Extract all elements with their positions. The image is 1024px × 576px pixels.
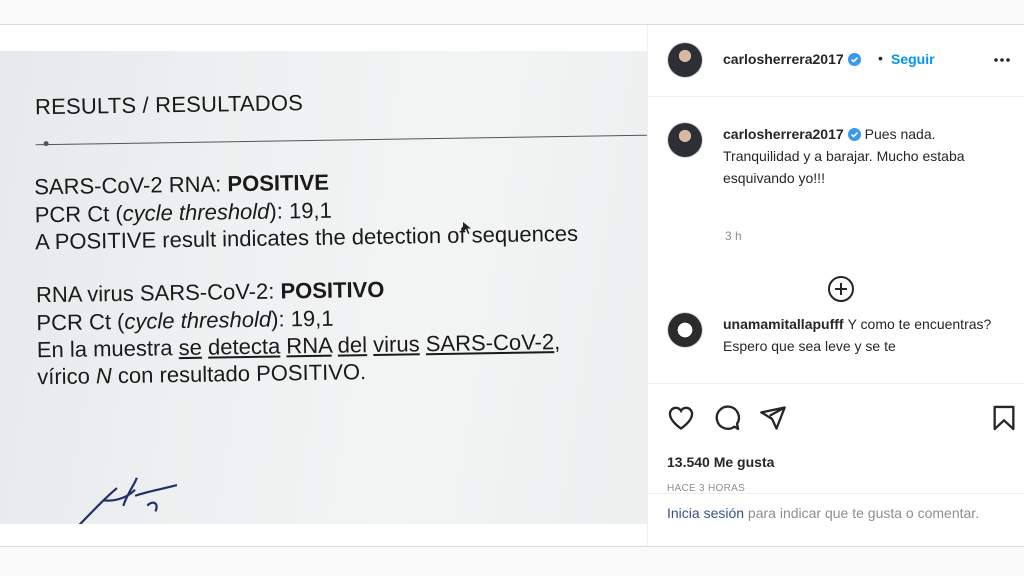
avatar[interactable] — [668, 43, 702, 77]
line-text: con resultado POSITIVO. — [111, 359, 367, 389]
line-underline: SARS-CoV-2 — [425, 329, 555, 357]
document-divider — [35, 134, 647, 146]
instagram-post: RESULTS / RESULTADOS SARS-CoV-2 RNA: POS… — [0, 24, 1024, 547]
line-underline: del — [337, 332, 368, 358]
line-italic: N — [95, 363, 113, 389]
line-text: vírico — [37, 363, 97, 390]
line-text: ): 19,1 — [269, 197, 332, 224]
line-text: SARS-CoV-2 RNA: — [34, 171, 228, 200]
line-underline: detecta — [207, 333, 281, 360]
post-header: carlosherrera2017 • Seguir — [648, 25, 1024, 97]
line-text: PCR Ct ( — [34, 200, 123, 228]
result-line-5: PCR Ct (cycle threshold): 19,1 — [36, 306, 333, 337]
mouse-cursor-icon — [463, 222, 471, 234]
signature-scribble — [78, 477, 178, 524]
comment-body: unamamitallapufff Y como te encuentras? E… — [723, 313, 1013, 357]
lab-result-document: RESULTS / RESULTADOS SARS-CoV-2 RNA: POS… — [0, 51, 647, 524]
author-username[interactable]: carlosherrera2017 — [723, 51, 861, 67]
result-line-4: RNA virus SARS-CoV-2: POSITIVO — [36, 277, 385, 308]
action-bar: 13.540 Me gusta HACE 3 HORAS — [648, 383, 1024, 503]
caption-body: carlosherrera2017 Pues nada. Tranquilidad… — [723, 123, 1013, 189]
result-line-2: PCR Ct (cycle threshold): 19,1 — [35, 198, 332, 229]
login-link[interactable]: Inicia sesión — [667, 505, 744, 521]
line-italic: cycle threshold — [122, 198, 270, 226]
line-text: , — [553, 329, 561, 355]
separator-dot: • — [878, 50, 883, 66]
login-prompt: Inicia sesión para indicar que te gusta … — [648, 493, 1024, 546]
bookmark-icon[interactable] — [991, 404, 1017, 432]
avatar[interactable] — [668, 313, 702, 347]
post-photo[interactable]: RESULTS / RESULTADOS SARS-CoV-2 RNA: POS… — [0, 51, 647, 524]
username-text[interactable]: carlosherrera2017 — [723, 51, 844, 67]
line-underline: se — [178, 334, 203, 361]
login-text: para indicar que te gusta o comentar. — [744, 505, 980, 521]
share-icon[interactable] — [759, 404, 787, 432]
plus-circle-icon[interactable] — [826, 274, 856, 304]
comment-username[interactable]: unamamitallapufff — [723, 316, 844, 332]
result-line-7: vírico N con resultado POSITIVO. — [37, 359, 366, 390]
divider-mark — [43, 141, 49, 147]
more-horizontal-icon[interactable] — [992, 50, 1012, 70]
post-sidebar: carlosherrera2017 • Seguir carlosherrera… — [647, 25, 1024, 546]
document-title: RESULTS / RESULTADOS — [34, 90, 304, 120]
line-text: PCR Ct ( — [36, 308, 125, 336]
caption-username[interactable]: carlosherrera2017 — [723, 126, 844, 142]
verified-badge-icon — [847, 128, 861, 141]
line-text: ): 19,1 — [270, 305, 334, 332]
result-line-1: SARS-CoV-2 RNA: POSITIVE — [34, 170, 329, 201]
line-text: RNA virus SARS-CoV-2: — [35, 278, 281, 308]
line-underline: RNA — [286, 332, 332, 359]
avatar[interactable] — [668, 123, 702, 157]
comment-icon[interactable] — [713, 404, 741, 432]
line-underline: virus — [372, 331, 420, 358]
comments-list[interactable]: carlosherrera2017 Pues nada. Tranquilidad… — [648, 97, 1024, 383]
line-italic: cycle threshold — [124, 306, 272, 334]
line-bold: POSITIVE — [227, 169, 330, 197]
heart-icon[interactable] — [667, 404, 695, 432]
caption-time[interactable]: 3 h — [725, 229, 742, 243]
line-text: En la muestra — [36, 335, 179, 363]
verified-badge-icon — [847, 53, 861, 66]
line-bold: POSITIVO — [280, 276, 385, 304]
likes-count[interactable]: 13.540 Me gusta — [667, 454, 774, 470]
follow-button[interactable]: Seguir — [891, 51, 935, 67]
